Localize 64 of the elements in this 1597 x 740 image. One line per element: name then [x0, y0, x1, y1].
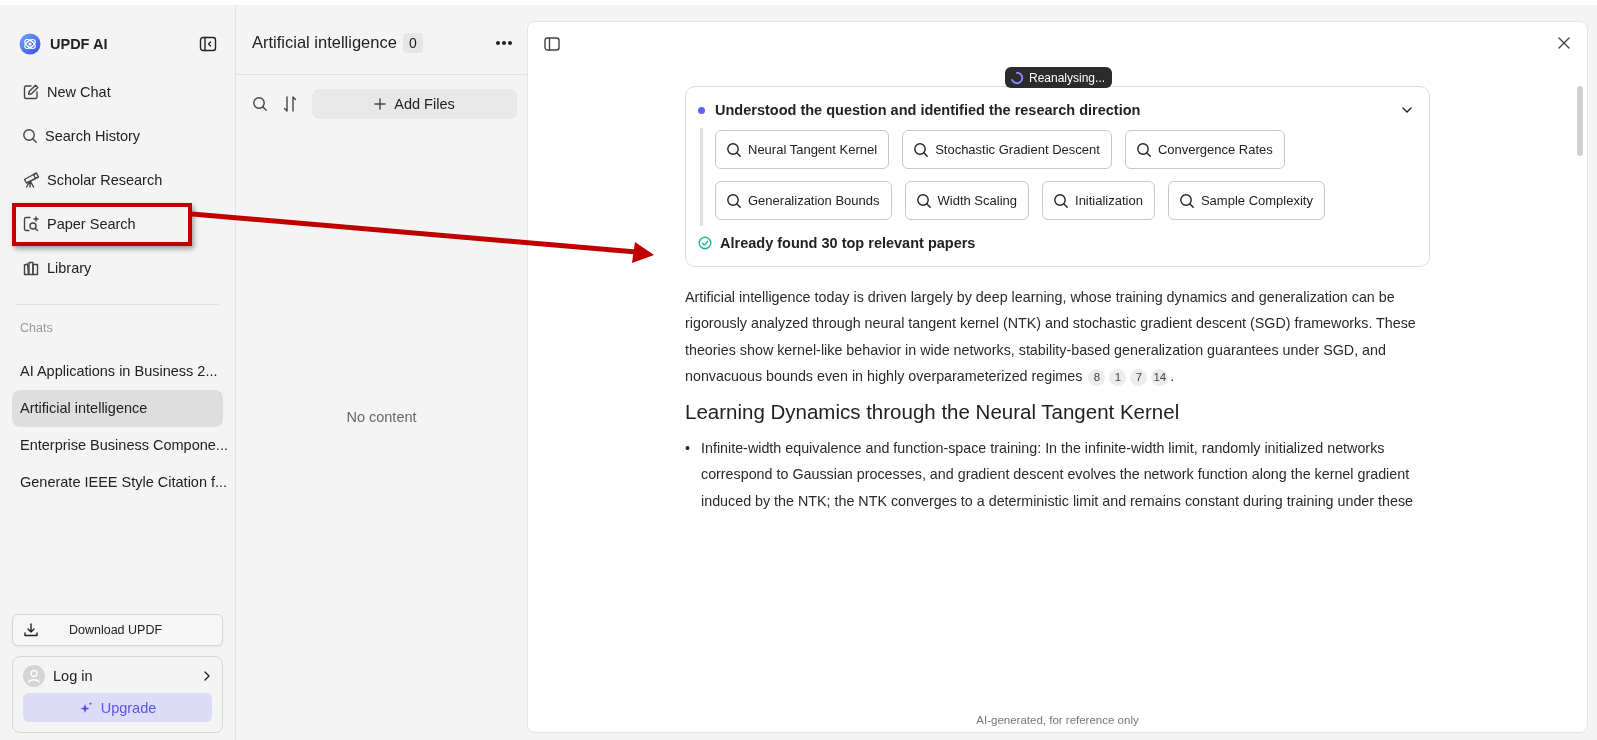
- citation-badge[interactable]: 14: [1151, 368, 1169, 386]
- keyword-chip[interactable]: Initialization: [1042, 181, 1155, 220]
- status-dot: [698, 106, 705, 114]
- app-name: UPDF AI: [50, 36, 109, 52]
- nav-item[interactable]: Scholar Research: [12, 158, 223, 202]
- document-search-icon: [22, 215, 40, 233]
- sparkle-icon: [78, 700, 93, 715]
- download-icon: [23, 622, 39, 638]
- chat-item[interactable]: AI Applications in Business 2...: [12, 353, 223, 390]
- keyword-chip[interactable]: Width Scaling: [904, 181, 1029, 220]
- check-circle-icon: [698, 236, 712, 250]
- answer-paragraph: Artificial intelligence today is driven largely by deep learning, whose training dynamics and generalization can be rigorously analyzed through neural tangent kernel (NTK) and stochastic gradient descent (SGD) frameworks. These theories show kernel-like behavior in wide networks, stability-based generalization guarantees under SGD, and nonvacuous bounds even in highly overparameterized regimes 8 1 7 14 .: [685, 288, 1417, 388]
- search-icon[interactable]: [252, 96, 268, 112]
- search-icon: [22, 128, 38, 144]
- step-title: Understood the question and identified the research direction: [715, 102, 1142, 118]
- search-icon: [1135, 141, 1152, 158]
- nav-item[interactable]: Paper Search: [12, 202, 223, 246]
- keyword-chip[interactable]: Stochastic Gradient Descent: [902, 130, 1112, 169]
- bullet-text: Infinite-width equivalence and function-space training: In the infinite-width limit, randomly initialized networks correspond to Gaussian processes, and gradient descent evolves the network function along the kernel gradient induced by the NTK; the NTK converges to a deterministic limit and remains constant during training under these: [701, 439, 1415, 511]
- telescope-icon: [22, 171, 40, 189]
- citation-badge[interactable]: 8: [1088, 368, 1106, 386]
- download-button[interactable]: Download UPDF: [12, 614, 223, 646]
- keyword-chip[interactable]: Convergence Rates: [1124, 130, 1285, 169]
- spinner-icon: [1010, 70, 1024, 85]
- keyword-chip[interactable]: Neural Tangent Kernel: [715, 130, 890, 169]
- citation-badge[interactable]: 1: [1109, 368, 1127, 386]
- search-icon: [726, 141, 742, 158]
- search-icon: [1053, 192, 1069, 209]
- chevron-icon[interactable]: [1401, 106, 1413, 114]
- panel-title: Artificial intelligence: [252, 33, 397, 52]
- search-icon: [913, 141, 930, 158]
- login-row[interactable]: Log in: [23, 665, 212, 687]
- keyword-chip[interactable]: Generalization Bounds: [715, 181, 892, 220]
- add-files-button[interactable]: Add Files: [312, 89, 517, 119]
- search-icon: [726, 192, 742, 209]
- pencil-square-icon: [22, 83, 40, 101]
- section-label: Chats: [19, 321, 54, 337]
- result-text: Already found 30 top relevant papers: [720, 235, 976, 251]
- search-icon: [1178, 192, 1195, 209]
- keyword-chip[interactable]: Sample Complexity: [1167, 181, 1325, 220]
- empty-text: No content: [346, 409, 417, 425]
- avatar-icon: [23, 665, 45, 687]
- sort-icon[interactable]: [282, 95, 298, 113]
- citation-badge[interactable]: 7: [1130, 368, 1148, 386]
- sidebar-panel-icon[interactable]: [544, 36, 560, 52]
- close-icon[interactable]: [1557, 36, 1571, 50]
- sidebar-toggle-icon[interactable]: [199, 36, 217, 52]
- upgrade-button[interactable]: Upgrade: [23, 693, 212, 722]
- bullet-marker: •: [685, 439, 691, 459]
- scrollbar[interactable]: [1577, 86, 1583, 156]
- books-icon: [22, 259, 40, 277]
- nav-item[interactable]: Library: [12, 246, 223, 290]
- status-badge: Reanalysing...: [1005, 67, 1113, 88]
- chevron-right-icon: [202, 670, 212, 682]
- logo-icon: [19, 33, 41, 55]
- nav-item[interactable]: New Chat: [12, 70, 223, 114]
- more-icon[interactable]: [495, 39, 513, 46]
- nav-item[interactable]: Search History: [12, 114, 223, 158]
- plus-icon: [374, 98, 387, 110]
- section-heading: Learning Dynamics through the Neural Tangent Kernel: [685, 400, 1181, 425]
- chat-item[interactable]: Artificial intelligence: [12, 390, 223, 427]
- count-badge: 0: [402, 32, 423, 53]
- search-icon: [915, 192, 932, 209]
- disclaimer-text: AI-generated, for reference only: [976, 714, 1139, 726]
